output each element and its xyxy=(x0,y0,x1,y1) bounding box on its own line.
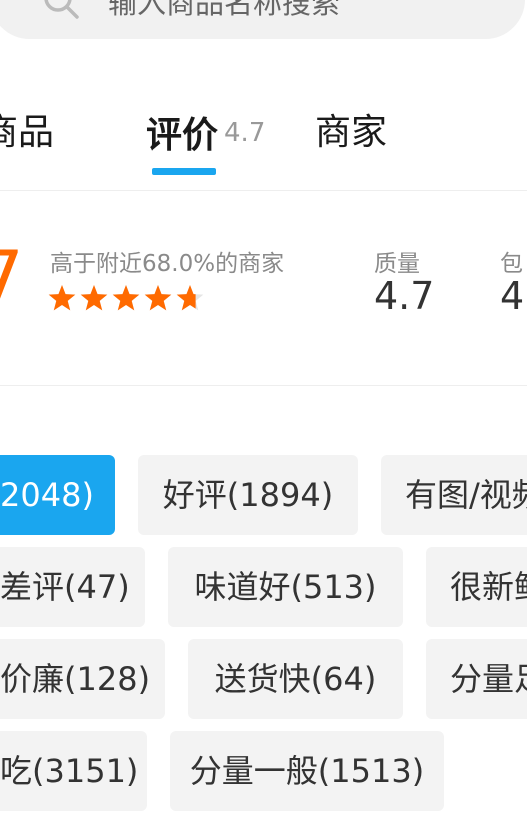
tag-positive[interactable]: 好评(1894) xyxy=(138,455,358,535)
tab-products[interactable]: 商品 xyxy=(0,111,54,155)
tab-reviews-label: 评价 xyxy=(146,115,219,156)
active-tab-indicator xyxy=(152,168,216,175)
overall-score: 7 xyxy=(0,235,24,319)
tag-cheap[interactable]: 价廉(128) xyxy=(0,639,165,719)
star-icon xyxy=(112,285,140,311)
star-rating xyxy=(48,285,204,311)
divider xyxy=(0,385,527,386)
quality-label: 质量 xyxy=(374,251,420,277)
quality-value: 4.7 xyxy=(374,274,435,318)
tag-eat[interactable]: 吃(3151) xyxy=(0,731,147,811)
tab-merchant[interactable]: 商家 xyxy=(315,111,387,155)
tag-fast-delivery[interactable]: 送货快(64) xyxy=(188,639,403,719)
tag-fresh[interactable]: 很新鲜 xyxy=(426,547,527,627)
tag-generous-portion[interactable]: 分量足 xyxy=(426,639,527,719)
tag-negative[interactable]: 差评(47) xyxy=(0,547,145,627)
comparison-text: 高于附近68.0%的商家 xyxy=(50,251,285,277)
search-input[interactable]: 输入商品名称搜索 xyxy=(108,0,340,22)
tab-reviews[interactable]: 评价 4.7 xyxy=(146,111,265,158)
tag-tasty[interactable]: 味道好(513) xyxy=(168,547,403,627)
tab-reviews-score: 4.7 xyxy=(224,118,266,148)
divider xyxy=(0,190,527,191)
packaging-value: 4. xyxy=(500,274,527,318)
packaging-label: 包 xyxy=(500,251,523,277)
search-icon xyxy=(44,0,79,19)
star-icon xyxy=(80,285,108,311)
star-icon xyxy=(48,285,76,311)
tag-with-media[interactable]: 有图/视频 xyxy=(381,455,527,535)
star-icon xyxy=(144,285,172,311)
tag-average-portion[interactable]: 分量一般(1513) xyxy=(170,731,444,811)
tag-all[interactable]: 2048) xyxy=(0,455,115,535)
